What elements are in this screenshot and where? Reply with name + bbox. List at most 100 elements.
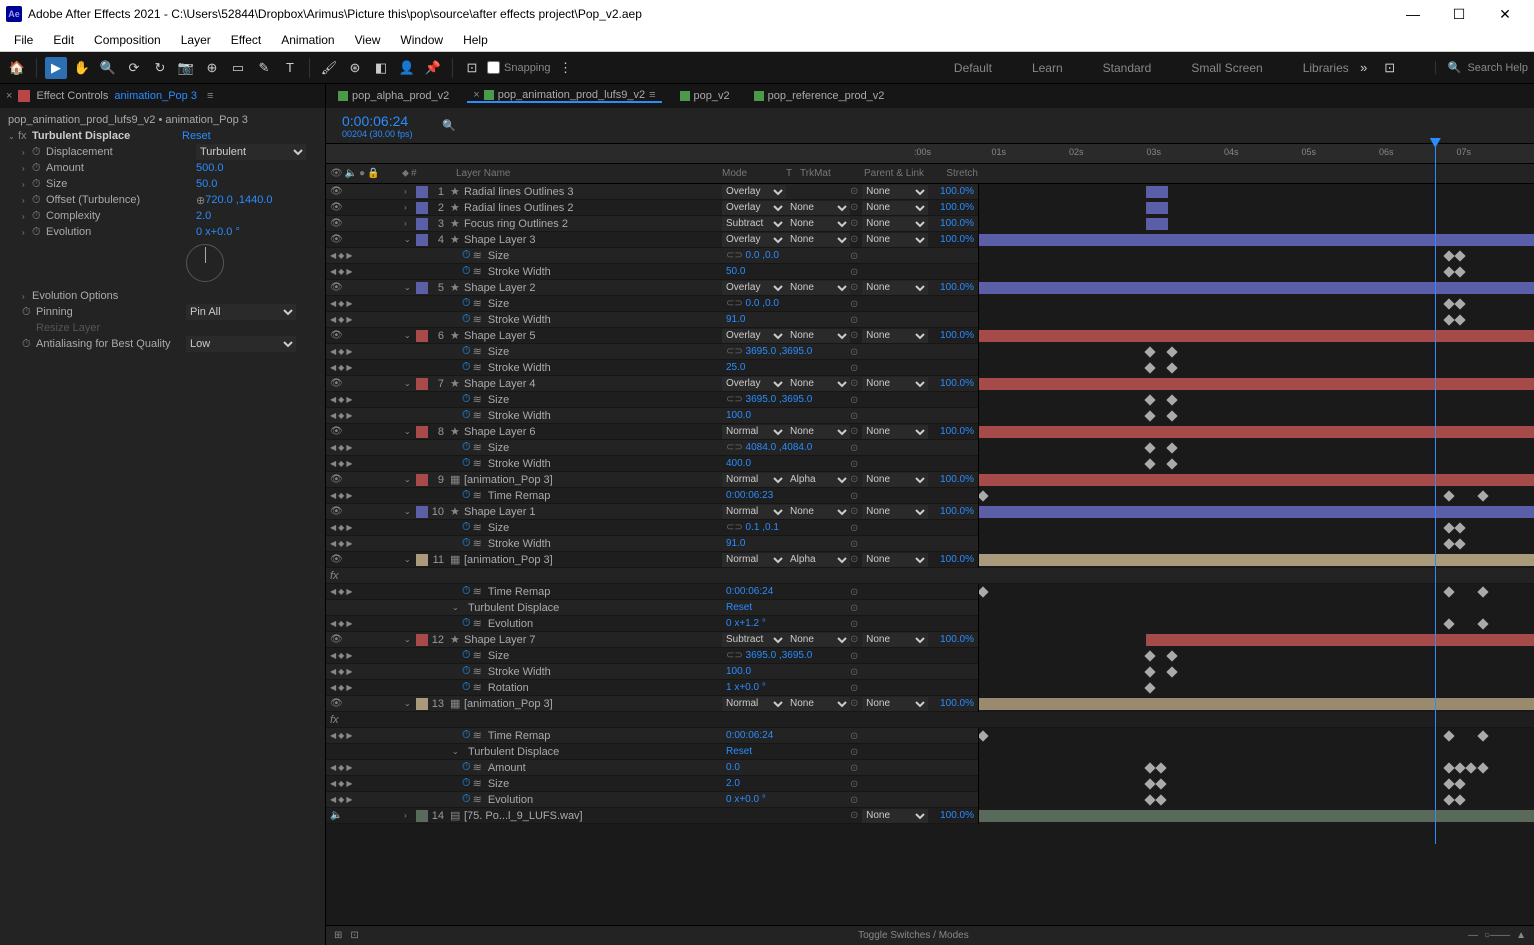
- blend-mode-select[interactable]: Normal: [722, 425, 786, 439]
- layer-color-label[interactable]: [416, 282, 428, 294]
- audio-header-icon[interactable]: 🔈: [345, 168, 357, 179]
- pickwhip-icon[interactable]: ⊙: [850, 698, 860, 709]
- panel-tab[interactable]: × Effect Controls animation_Pop 3 ≡: [0, 84, 325, 108]
- parent-select[interactable]: None: [862, 377, 928, 391]
- parent-select[interactable]: None: [862, 553, 928, 567]
- stopwatch-icon[interactable]: ⏱: [462, 313, 471, 326]
- menu-help[interactable]: Help: [453, 33, 498, 47]
- stretch-value[interactable]: 100.0%: [928, 698, 978, 709]
- trkmat-select[interactable]: None: [786, 633, 850, 647]
- stopwatch-icon[interactable]: ⏱: [462, 793, 471, 806]
- antialias-select[interactable]: Low: [186, 336, 296, 352]
- layer-row[interactable]: 👁›1★Radial lines Outlines 3Overlay⊙None1…: [326, 184, 1534, 200]
- prev-keyframe-icon[interactable]: ◀: [330, 267, 336, 276]
- layer-bar-area[interactable]: [978, 696, 1534, 712]
- parent-select[interactable]: None: [862, 217, 928, 231]
- prev-keyframe-icon[interactable]: ◀: [330, 619, 336, 628]
- layer-bar-area[interactable]: [978, 216, 1534, 232]
- snap-options-icon[interactable]: ⋮: [555, 57, 577, 79]
- blend-mode-select[interactable]: Overlay: [722, 185, 786, 199]
- solo-header-icon[interactable]: ●: [359, 168, 365, 179]
- property-twirl[interactable]: ›: [22, 212, 32, 221]
- panel-menu-icon[interactable]: ≡: [207, 90, 213, 102]
- graph-icon[interactable]: ≋: [473, 761, 482, 774]
- stretch-value[interactable]: 100.0%: [928, 378, 978, 389]
- prev-keyframe-icon[interactable]: ◀: [330, 795, 336, 804]
- layer-bar[interactable]: [979, 474, 1534, 486]
- graph-icon[interactable]: ≋: [473, 457, 482, 470]
- layer-row[interactable]: 👁›2★Radial lines Outlines 2OverlayNone⊙N…: [326, 200, 1534, 216]
- prev-keyframe-icon[interactable]: ◀: [330, 459, 336, 468]
- next-keyframe-icon[interactable]: ▶: [346, 779, 352, 788]
- stretch-value[interactable]: 100.0%: [928, 234, 978, 245]
- property-value[interactable]: 3695.0 ,3695.0: [746, 346, 813, 357]
- layer-color-label[interactable]: [416, 202, 428, 214]
- add-keyframe-icon[interactable]: ◆: [338, 251, 344, 260]
- keyframe[interactable]: [1166, 346, 1177, 357]
- pickwhip-icon[interactable]: ⊙: [850, 651, 858, 662]
- layer-twirl[interactable]: ⌄: [404, 699, 414, 708]
- property-value[interactable]: 1 x+0.0 °: [726, 682, 766, 693]
- next-keyframe-icon[interactable]: ▶: [346, 267, 352, 276]
- graph-icon[interactable]: ≋: [473, 585, 482, 598]
- property-value[interactable]: 0:00:06:24: [726, 730, 773, 741]
- stretch-value[interactable]: 100.0%: [928, 810, 978, 821]
- graph-icon[interactable]: ≋: [473, 313, 482, 326]
- keyframe[interactable]: [1477, 586, 1488, 597]
- eye-icon[interactable]: 👁: [330, 506, 343, 517]
- layer-name[interactable]: Focus ring Outlines 2: [464, 218, 722, 230]
- keyframe[interactable]: [1144, 394, 1155, 405]
- pickwhip-icon[interactable]: ⊙: [850, 282, 860, 293]
- property-row[interactable]: ◀◆▶⏱ ≋ Stroke Width91.0⊙: [326, 312, 1534, 328]
- keyframe[interactable]: [1144, 666, 1155, 677]
- eraser-tool[interactable]: ◧: [370, 57, 392, 79]
- blend-mode-select[interactable]: Overlay: [722, 377, 786, 391]
- layer-row[interactable]: 👁⌄5★Shape Layer 2OverlayNone⊙None100.0%: [326, 280, 1534, 296]
- property-row[interactable]: ⌄Turbulent DisplaceReset⊙: [326, 600, 1534, 616]
- type-tool[interactable]: T: [279, 57, 301, 79]
- parent-select[interactable]: None: [862, 201, 928, 215]
- graph-icon[interactable]: ≋: [473, 521, 482, 534]
- layer-twirl[interactable]: ›: [404, 219, 414, 228]
- menu-layer[interactable]: Layer: [171, 33, 221, 47]
- point-picker-icon[interactable]: ⊕: [196, 194, 205, 207]
- layer-twirl[interactable]: ›: [404, 811, 414, 820]
- stopwatch-icon[interactable]: ⏱: [462, 761, 471, 774]
- property-row[interactable]: ◀◆▶⏱ ≋ Evolution0 x+0.0 °⊙: [326, 792, 1534, 808]
- pinning-select[interactable]: Pin All: [186, 304, 296, 320]
- property-row[interactable]: ◀◆▶⏱ ≋ Stroke Width91.0⊙: [326, 536, 1534, 552]
- property-row[interactable]: ◀◆▶⏱ ≋ Size⊂⊃ 3695.0 ,3695.0⊙: [326, 344, 1534, 360]
- property-timeline[interactable]: [978, 776, 1534, 792]
- layer-row[interactable]: 👁⌄13▦[animation_Pop 3]NormalNone⊙None100…: [326, 696, 1534, 712]
- stopwatch-icon[interactable]: ⏱: [462, 441, 471, 454]
- pickwhip-icon[interactable]: ⊙: [850, 186, 860, 197]
- next-keyframe-icon[interactable]: ▶: [346, 651, 352, 660]
- add-keyframe-icon[interactable]: ◆: [338, 443, 344, 452]
- next-keyframe-icon[interactable]: ▶: [346, 523, 352, 532]
- prev-keyframe-icon[interactable]: ◀: [330, 731, 336, 740]
- layer-bar-area[interactable]: [978, 504, 1534, 520]
- add-keyframe-icon[interactable]: ◆: [338, 267, 344, 276]
- property-value[interactable]: 0 x+0.0 °: [726, 794, 766, 805]
- layer-twirl[interactable]: ›: [404, 203, 414, 212]
- prev-keyframe-icon[interactable]: ◀: [330, 667, 336, 676]
- layer-bar[interactable]: [1146, 634, 1534, 646]
- property-value[interactable]: 0:00:06:23: [726, 490, 773, 501]
- next-keyframe-icon[interactable]: ▶: [346, 363, 352, 372]
- property-value[interactable]: 3695.0 ,3695.0: [746, 650, 813, 661]
- add-keyframe-icon[interactable]: ◆: [338, 491, 344, 500]
- blend-mode-select[interactable]: Overlay: [722, 329, 786, 343]
- orbit-tool[interactable]: ⟳: [123, 57, 145, 79]
- timeline-search[interactable]: 🔍: [442, 119, 456, 132]
- graph-icon[interactable]: ≋: [473, 297, 482, 310]
- layer-bar[interactable]: [979, 698, 1534, 710]
- layer-bar-area[interactable]: [978, 552, 1534, 568]
- property-timeline[interactable]: [978, 456, 1534, 472]
- add-keyframe-icon[interactable]: ◆: [338, 299, 344, 308]
- property-timeline[interactable]: [978, 344, 1534, 360]
- keyframe[interactable]: [1455, 250, 1466, 261]
- effect-group-twirl[interactable]: ⌄: [452, 603, 462, 612]
- layer-bar-area[interactable]: [978, 424, 1534, 440]
- keyframe[interactable]: [1477, 618, 1488, 629]
- layer-color-label[interactable]: [416, 378, 428, 390]
